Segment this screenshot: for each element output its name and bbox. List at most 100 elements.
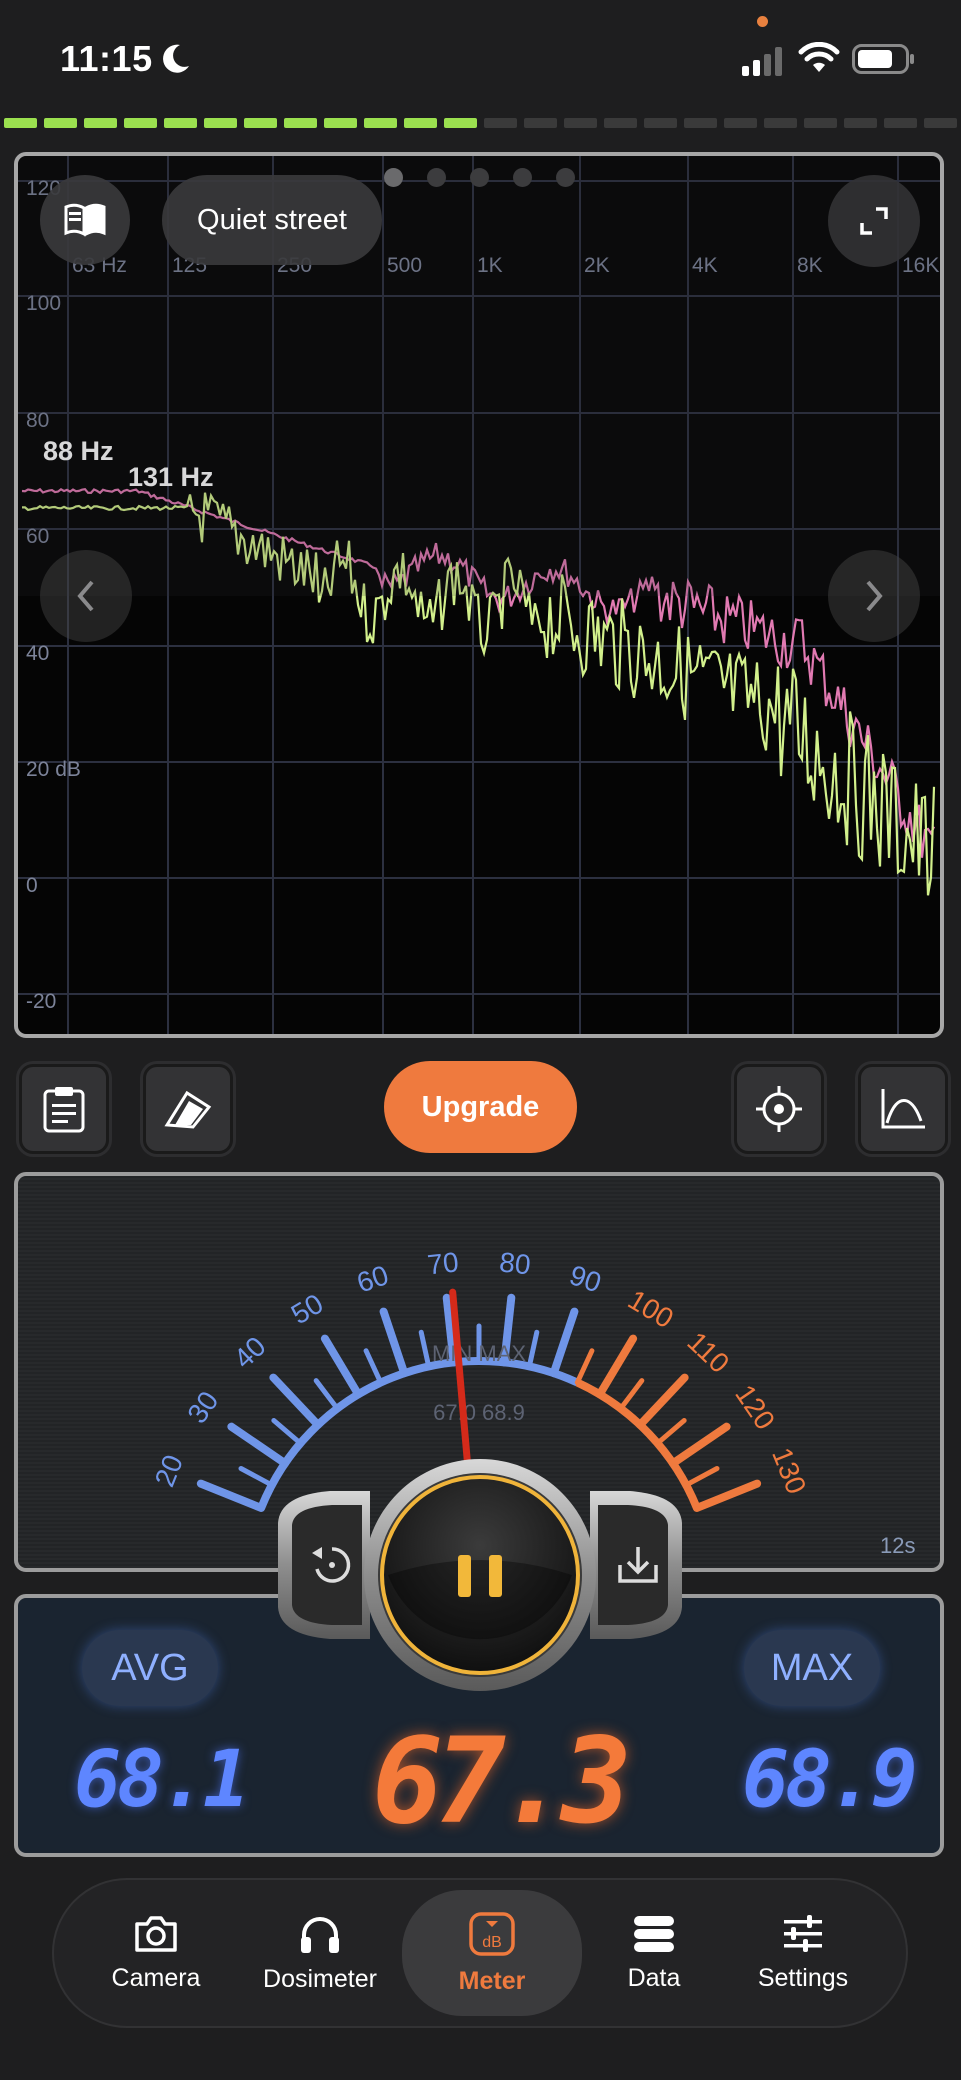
tab-dosimeter[interactable]: Dosimeter [240,1880,400,2026]
svg-text:dB: dB [482,1934,502,1951]
level-segment [764,118,797,128]
level-segment [164,118,197,128]
reset-button[interactable] [278,1491,370,1639]
gauge-scale-label: 90 [566,1259,605,1298]
level-segment [404,118,437,128]
y-tick-label: 0 [26,874,38,897]
export-button[interactable] [590,1491,682,1639]
level-segment [364,118,397,128]
gauge-tick [196,1479,266,1512]
level-segment [924,118,957,128]
level-segment [204,118,237,128]
page-dot[interactable] [427,168,446,187]
gauge-tick [363,1348,384,1386]
notes-button[interactable] [19,1064,109,1154]
level-segment [284,118,317,128]
sliders-icon [784,1914,822,1952]
gauge-tick [692,1479,762,1512]
page-dot[interactable] [556,168,575,187]
level-segment [884,118,917,128]
calibrate-button[interactable] [734,1064,824,1154]
tab-camera[interactable]: Camera [82,1880,230,2026]
elapsed-time: 12s [880,1533,916,1558]
level-segment [844,118,877,128]
gauge-tick [549,1307,579,1378]
level-segment [724,118,757,128]
next-view-button[interactable] [828,550,920,642]
clipboard-icon [43,1087,85,1133]
headphones-icon [301,1916,339,1953]
spectrum-panel[interactable]: 12010080604020 dB0-2063 Hz1252505001K2K4… [14,152,944,1038]
page-dot[interactable] [384,168,403,187]
level-segment [564,118,597,128]
signal-icon [742,46,786,81]
gauge-tick [269,1373,322,1429]
preset-label[interactable]: Quiet street [162,175,382,265]
max-label[interactable]: MAX [744,1630,880,1706]
presets-book-button[interactable] [40,175,130,265]
tab-data-label: Data [627,1963,681,1992]
y-tick-label: 40 [26,642,49,665]
book-icon [64,203,106,237]
gauge-minmax-values: 67.0 68.9 [433,1400,525,1425]
tab-data[interactable]: Data [590,1880,718,2026]
gauge-scale-label: 40 [228,1330,272,1374]
gauge-scale-label: 130 [766,1443,812,1498]
gauge-tick [574,1348,595,1386]
tab-meter[interactable]: dB Meter [402,1890,582,2016]
tab-bar: Camera Dosimeter dB Meter Data Settings [52,1878,908,2028]
upgrade-button[interactable]: Upgrade [384,1061,577,1153]
wifi-icon [798,41,840,79]
gauge-tick [683,1465,720,1488]
level-segment [524,118,557,128]
weighting-button[interactable] [143,1064,233,1154]
gauge-tick [320,1334,363,1399]
level-segment [484,118,517,128]
level-segment [44,118,77,128]
tab-meter-label: Meter [458,1966,526,1995]
battery-icon [852,44,916,79]
level-segment [804,118,837,128]
tab-dosimeter-label: Dosimeter [263,1964,377,1993]
gauge-tick [655,1417,687,1446]
chevron-left-icon [77,580,94,612]
tab-camera-label: Camera [111,1963,201,1992]
gauge-scale-label: 110 [681,1326,735,1379]
gauge-tick [636,1373,689,1429]
gauge-tick [379,1307,409,1378]
pause-button[interactable] [364,1459,596,1691]
privacy-indicator-dot [757,16,768,27]
crosshair-icon [756,1086,802,1132]
gauge-scale-label: 60 [353,1259,392,1298]
tab-settings-label: Settings [757,1963,849,1992]
gauge-tick [238,1465,275,1488]
gauge-tick [418,1329,432,1369]
weighting-icon [164,1090,212,1129]
gauge-minmax-caption: MIN MAX [432,1341,526,1366]
expand-icon [860,207,888,235]
database-icon [634,1915,674,1952]
page-dot[interactable] [470,168,489,187]
level-segment [244,118,277,128]
level-segment [644,118,677,128]
level-segment [84,118,117,128]
gauge-scale-label: 100 [623,1284,679,1335]
gauge-tick [313,1378,340,1412]
gauge-scale-label: 80 [498,1246,532,1280]
fullscreen-button[interactable] [828,175,920,267]
chevron-right-icon [866,580,883,612]
gauge-tick [595,1334,638,1399]
avg-label[interactable]: AVG [82,1630,218,1706]
curve-graph-icon [881,1089,925,1129]
graph-mode-button[interactable] [858,1064,948,1154]
gauge-scale-label: 120 [729,1379,781,1435]
transport-controls [278,1459,682,1691]
tab-settings[interactable]: Settings [728,1880,878,2026]
level-meter-strip [0,118,961,132]
previous-view-button[interactable] [40,550,132,642]
page-dot[interactable] [513,168,532,187]
camera-icon [135,1915,177,1952]
max-value: 68.9 [742,1735,918,1825]
level-segment [444,118,477,128]
gauge-tick [271,1417,303,1446]
